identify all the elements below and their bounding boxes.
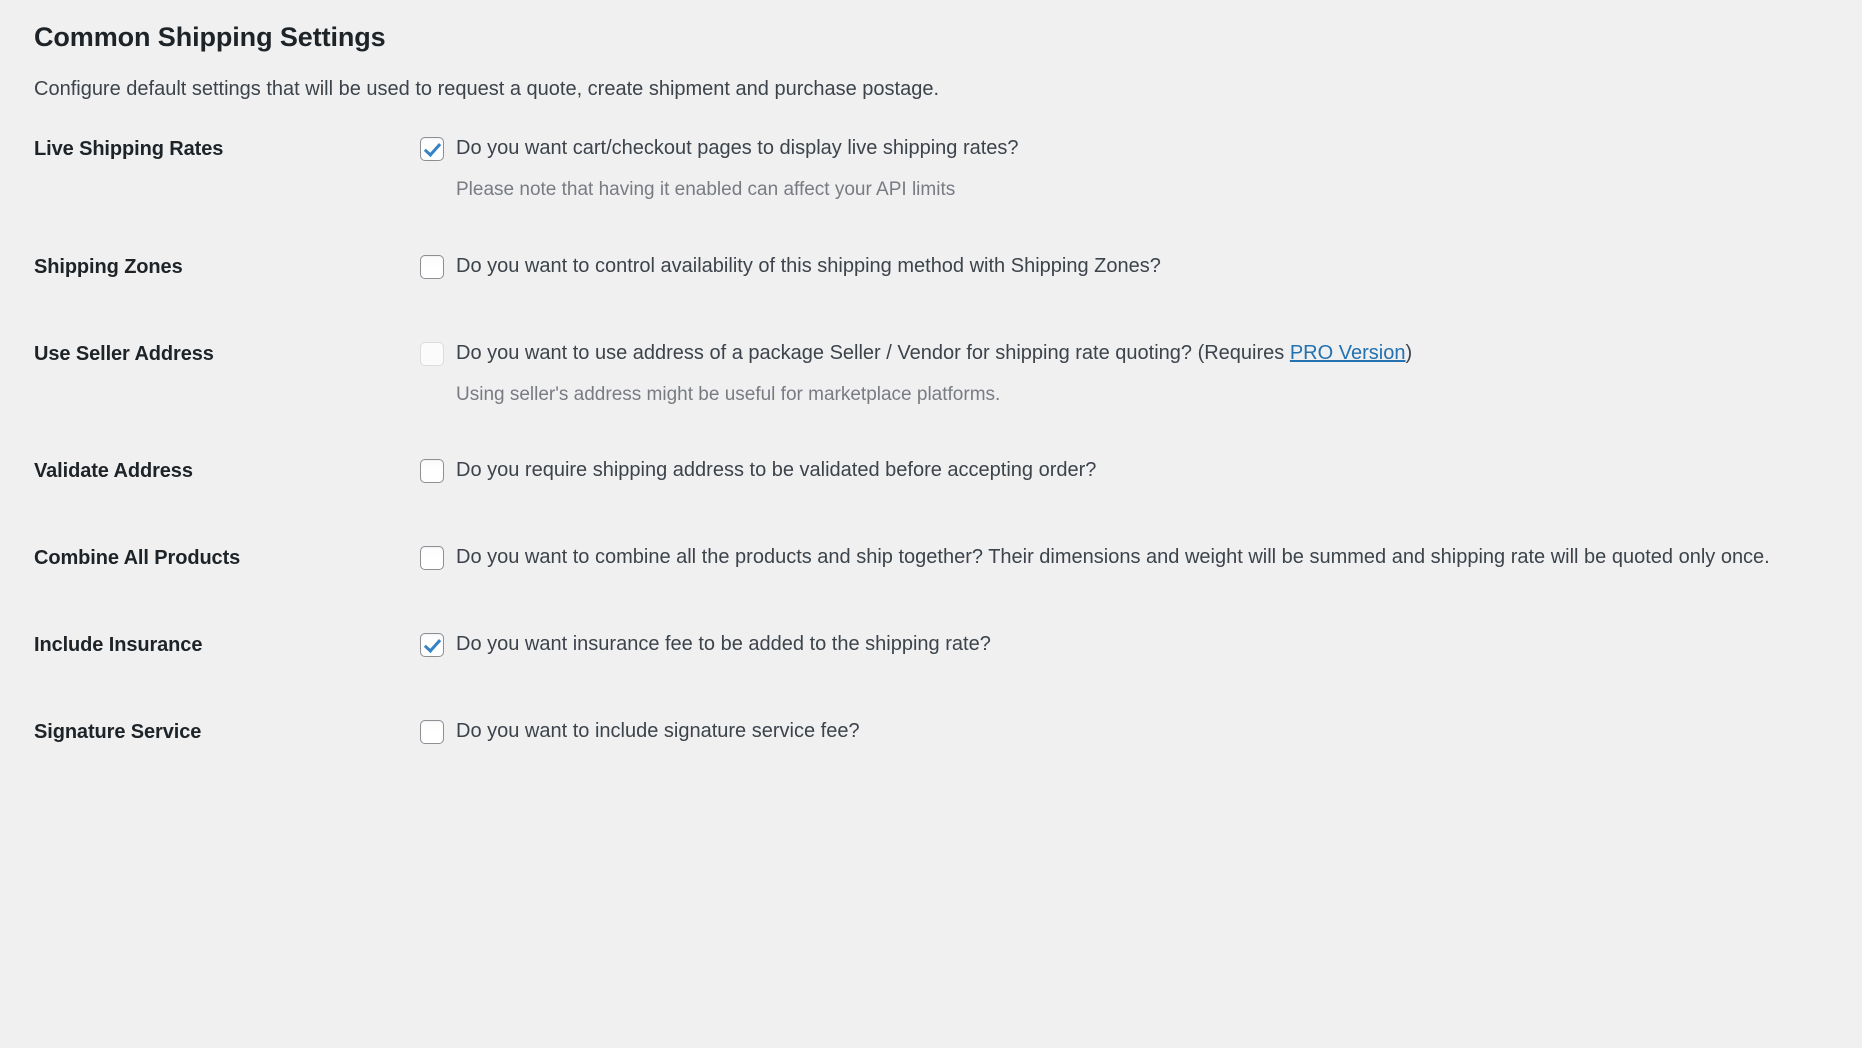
setting-description-text-after-link: ) [1405,341,1413,364]
setting-label: Combine All Products [34,547,241,570]
setting-label: Include Insurance [34,634,203,657]
setting-field-line: Do you want to include signature service… [420,716,1822,747]
setting-row: Use Seller Address Do you want to use add… [0,338,1862,456]
setting-description-text-before-link: Do you want to use address of a package … [456,341,1290,364]
setting-field-line: Do you require shipping address to be va… [420,455,1822,486]
page-title: Common Shipping Settings [34,22,386,52]
setting-label: Live Shipping Rates [34,138,224,161]
row-spacer [420,660,1822,716]
setting-field-line: Do you want to control availability of t… [420,251,1822,282]
setting-field-line: Do you want insurance fee to be added to… [420,629,1822,660]
combine-all-products-checkbox[interactable] [420,546,444,571]
setting-description: Do you want cart/checkout pages to displ… [456,137,1019,160]
setting-label-cell: Signature Service [0,716,420,803]
setting-label-cell: Shipping Zones [0,251,420,338]
row-spacer [420,747,1822,803]
signature-service-checkbox[interactable] [420,720,444,745]
common-shipping-settings-page: Common Shipping Settings Configure defau… [0,0,1862,1048]
setting-field-line: Do you want to use address of a package … [420,338,1822,369]
setting-row: Live Shipping Rates Do you want cart/chec… [0,133,1862,251]
setting-field-cell: Do you want cart/checkout pages to displ… [420,133,1862,251]
setting-label-cell: Combine All Products [0,542,420,629]
row-spacer [420,573,1822,629]
setting-field-line: Do you want to combine all the products … [420,542,1822,573]
setting-description: Do you want to control availability of t… [456,254,1161,277]
setting-field-line: Do you want cart/checkout pages to displ… [420,133,1822,164]
setting-help-text: Please note that having it enabled can a… [456,179,956,201]
row-spacer [420,282,1822,338]
setting-row: Shipping Zones Do you want to control ava… [0,251,1862,338]
include-insurance-checkbox[interactable] [420,633,444,658]
setting-row: Include Insurance Do you want insurance f… [0,629,1862,716]
setting-field-cell: Do you require shipping address to be va… [420,455,1862,542]
setting-label-cell: Include Insurance [0,629,420,716]
setting-help-text: Using seller's address might be useful f… [456,383,1001,405]
settings-rows: Live Shipping Rates Do you want cart/chec… [0,133,1862,803]
setting-field-cell: Do you want to include signature service… [420,716,1862,803]
setting-field-cell: Do you want to use address of a package … [420,338,1862,456]
live-shipping-rates-checkbox[interactable] [420,137,444,162]
setting-label: Use Seller Address [34,342,214,365]
use-seller-address-checkbox [420,341,444,366]
setting-description: Do you want insurance fee to be added to… [456,633,991,656]
setting-description: Do you want to use address of a package … [456,338,1412,369]
pro-version-link[interactable]: PRO Version [1290,342,1406,364]
setting-label-cell: Live Shipping Rates [0,133,420,251]
setting-description: Do you require shipping address to be va… [456,459,1097,482]
row-spacer [420,486,1822,542]
setting-row: Signature Service Do you want to include … [0,716,1862,803]
settings-form-table: Live Shipping Rates Do you want cart/chec… [0,133,1862,803]
page-subtitle: Configure default settings that will be … [34,78,940,101]
setting-label: Shipping Zones [34,255,183,278]
section-header: Common Shipping Settings Configure defau… [0,0,1862,103]
validate-address-checkbox[interactable] [420,459,444,484]
shipping-zones-checkbox[interactable] [420,254,444,279]
setting-row: Validate Address Do you require shipping … [0,455,1862,542]
setting-label: Validate Address [34,460,193,483]
setting-field-cell: Do you want to control availability of t… [420,251,1862,338]
setting-description: Do you want to combine all the products … [456,546,1770,569]
row-spacer [420,409,1822,455]
setting-row: Combine All Products Do you want to combi… [0,542,1862,629]
setting-description: Do you want to include signature service… [456,720,860,743]
setting-field-cell: Do you want insurance fee to be added to… [420,629,1862,716]
row-spacer [420,205,1822,251]
setting-label-cell: Use Seller Address [0,338,420,456]
setting-label: Signature Service [34,721,202,744]
setting-field-cell: Do you want to combine all the products … [420,542,1862,629]
setting-label-cell: Validate Address [0,455,420,542]
